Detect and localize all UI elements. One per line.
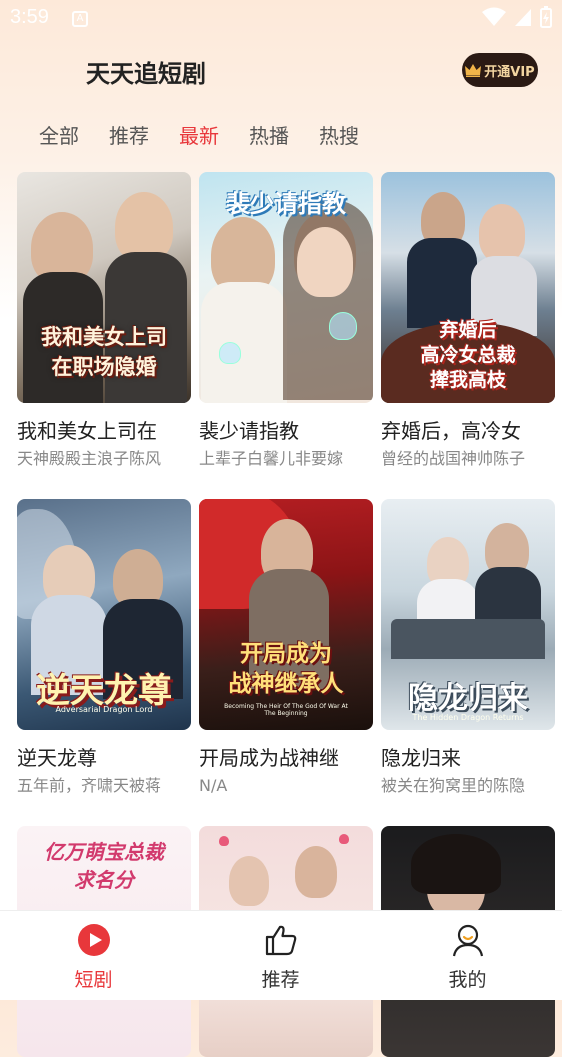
drama-title: 裴少请指教 xyxy=(199,419,299,443)
drama-description: 被关在狗窝里的陈隐 xyxy=(381,776,526,795)
bottom-nav: 短剧 推荐 我的 xyxy=(0,910,562,1000)
user-icon xyxy=(452,924,483,957)
poster-title: 我和美女上司 在职场隐婚 xyxy=(41,324,167,379)
drama-card[interactable]: 逆天龙尊 Adversarial Dragon Lord 逆天龙尊 五年前，齐啸… xyxy=(17,499,191,798)
poster-title: 弃婚后 高冷女总裁 撵我高枝 xyxy=(420,319,516,391)
drama-description: 五年前，齐啸天被蒋 xyxy=(17,776,162,795)
nav-label: 我的 xyxy=(448,969,487,991)
poster-title: 隐龙归来 xyxy=(408,681,528,716)
drama-cover[interactable]: 裴少请指教 xyxy=(199,172,373,403)
poster-subtitle: The Hidden Dragon Returns xyxy=(412,713,524,722)
poster-subtitle: Adversarial Dragon Lord xyxy=(55,705,153,714)
drama-cover[interactable]: 隐龙归来 The Hidden Dragon Returns xyxy=(381,499,555,730)
tab-recommended[interactable]: 推荐 xyxy=(109,120,149,149)
drama-card[interactable]: 我和美女上司 在职场隐婚 我和美女上司在 天神殿殿主浪子陈风 xyxy=(17,172,191,471)
poster-title: 开局成为 战神继承人 xyxy=(228,640,344,697)
nav-mine[interactable]: 我的 xyxy=(374,911,561,1000)
drama-title: 我和美女上司在 xyxy=(17,419,157,443)
drama-description: 曾经的战国神帅陈子 xyxy=(381,449,526,468)
drama-description: N/A xyxy=(199,776,228,795)
poster-title: 亿万萌宝总裁 求名分 xyxy=(44,840,164,892)
drama-description: 上辈子白馨儿非要嫁 xyxy=(199,449,344,468)
category-tabs: 全部 推荐 最新 热播 热搜 xyxy=(0,120,562,156)
nav-label: 短剧 xyxy=(74,969,113,991)
app-title: 天天追短剧 xyxy=(86,60,206,88)
play-circle-icon xyxy=(77,924,110,956)
drama-title: 弃婚后，高冷女 xyxy=(381,419,521,443)
poster-subtitle: Becoming The Heir Of The God Of War At T… xyxy=(224,703,348,717)
drama-description: 天神殿殿主浪子陈风 xyxy=(17,449,162,468)
crown-icon xyxy=(465,63,482,77)
vip-label: 开通VIP xyxy=(484,64,535,80)
poster-title: 裴少请指教 xyxy=(226,189,346,218)
wifi-icon xyxy=(482,7,506,26)
drama-card[interactable]: 开局成为 战神继承人 Becoming The Heir Of The God … xyxy=(199,499,373,798)
tab-all[interactable]: 全部 xyxy=(39,120,79,149)
drama-title: 隐龙归来 xyxy=(381,746,461,770)
signal-icon xyxy=(515,9,531,26)
drama-card[interactable]: 裴少请指教 裴少请指教 上辈子白馨儿非要嫁 xyxy=(199,172,373,471)
notification-icon: A xyxy=(72,11,88,27)
battery-icon xyxy=(540,6,552,28)
drama-title: 逆天龙尊 xyxy=(17,746,97,770)
tab-latest[interactable]: 最新 xyxy=(179,120,219,149)
status-time: 3:59 xyxy=(10,6,49,28)
nav-shortdrama[interactable]: 短剧 xyxy=(0,911,187,1000)
status-bar: 3:59 A xyxy=(0,0,562,36)
drama-cover[interactable]: 逆天龙尊 Adversarial Dragon Lord xyxy=(17,499,191,730)
drama-cover[interactable]: 我和美女上司 在职场隐婚 xyxy=(17,172,191,403)
app-header: 天天追短剧 开通VIP xyxy=(0,40,562,100)
status-icons xyxy=(482,6,552,28)
drama-title: 开局成为战神继 xyxy=(199,746,339,770)
drama-cover[interactable]: 开局成为 战神继承人 Becoming The Heir Of The God … xyxy=(199,499,373,730)
drama-card[interactable]: 弃婚后 高冷女总裁 撵我高枝 弃婚后，高冷女 曾经的战国神帅陈子 xyxy=(381,172,555,471)
nav-label: 推荐 xyxy=(261,969,300,991)
drama-cover[interactable]: 弃婚后 高冷女总裁 撵我高枝 xyxy=(381,172,555,403)
thumbs-up-icon xyxy=(265,925,296,956)
tab-hot-search[interactable]: 热搜 xyxy=(319,120,359,149)
nav-recommend[interactable]: 推荐 xyxy=(187,911,374,1000)
tab-trending[interactable]: 热播 xyxy=(249,120,289,149)
open-vip-button[interactable]: 开通VIP xyxy=(462,53,538,87)
drama-card[interactable]: 隐龙归来 The Hidden Dragon Returns 隐龙归来 被关在狗… xyxy=(381,499,555,798)
